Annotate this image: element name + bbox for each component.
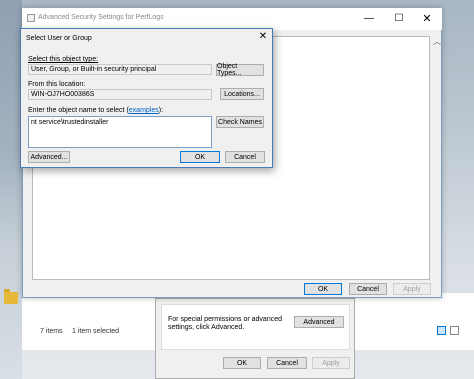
- dialog-advanced-button[interactable]: Advanced...: [28, 151, 70, 163]
- locations-button[interactable]: Locations...: [220, 88, 264, 100]
- dialog-title: Select User or Group: [26, 35, 92, 42]
- object-name-input[interactable]: nt service\trustedinstaller: [28, 116, 212, 148]
- minimize-icon[interactable]: —: [362, 12, 376, 24]
- dialog-cancel-button[interactable]: Cancel: [225, 151, 265, 163]
- properties-advanced-button[interactable]: Advanced: [294, 316, 344, 328]
- special-permissions-text: For special permissions or advanced sett…: [168, 316, 282, 331]
- close-icon[interactable]: ✕: [420, 12, 434, 25]
- object-type-field: User, Group, or Built-in security princi…: [28, 64, 212, 75]
- advanced-ok-button[interactable]: OK: [304, 283, 342, 295]
- dialog-close-icon[interactable]: ✕: [258, 31, 268, 42]
- object-name-label: Enter the object name to select (example…: [28, 107, 163, 114]
- object-types-button[interactable]: Object Types...: [216, 63, 264, 77]
- properties-apply-button[interactable]: Apply: [312, 357, 350, 369]
- window-icon: [27, 14, 35, 22]
- advanced-cancel-button[interactable]: Cancel: [349, 283, 387, 295]
- properties-ok-button[interactable]: OK: [223, 357, 261, 369]
- check-names-button[interactable]: Check Names: [216, 116, 264, 128]
- object-name-label-end: ):: [158, 107, 164, 114]
- object-name-label-text: Enter the object name to select (: [28, 107, 129, 114]
- details-view-icon[interactable]: [437, 326, 446, 335]
- large-icons-view-icon[interactable]: [450, 326, 459, 335]
- object-type-label: Select this object type:: [28, 56, 99, 63]
- chevron-up-icon[interactable]: ︿: [433, 36, 441, 47]
- location-field: WIN-OJ7HO00386S: [28, 89, 212, 100]
- dialog-ok-button[interactable]: OK: [180, 151, 220, 163]
- properties-cancel-button[interactable]: Cancel: [267, 357, 307, 369]
- desktop-background: [0, 0, 22, 379]
- status-selection: 1 item selected: [72, 328, 120, 335]
- advanced-security-title: Advanced Security Settings for PerfLogs: [38, 14, 164, 21]
- location-label: From this location:: [28, 81, 86, 88]
- maximize-icon[interactable]: ☐: [392, 12, 406, 24]
- examples-link[interactable]: examples: [129, 107, 159, 114]
- folder-icon[interactable]: [4, 289, 18, 304]
- status-item-count: 7 items: [40, 328, 63, 335]
- advanced-apply-button[interactable]: Apply: [393, 283, 431, 295]
